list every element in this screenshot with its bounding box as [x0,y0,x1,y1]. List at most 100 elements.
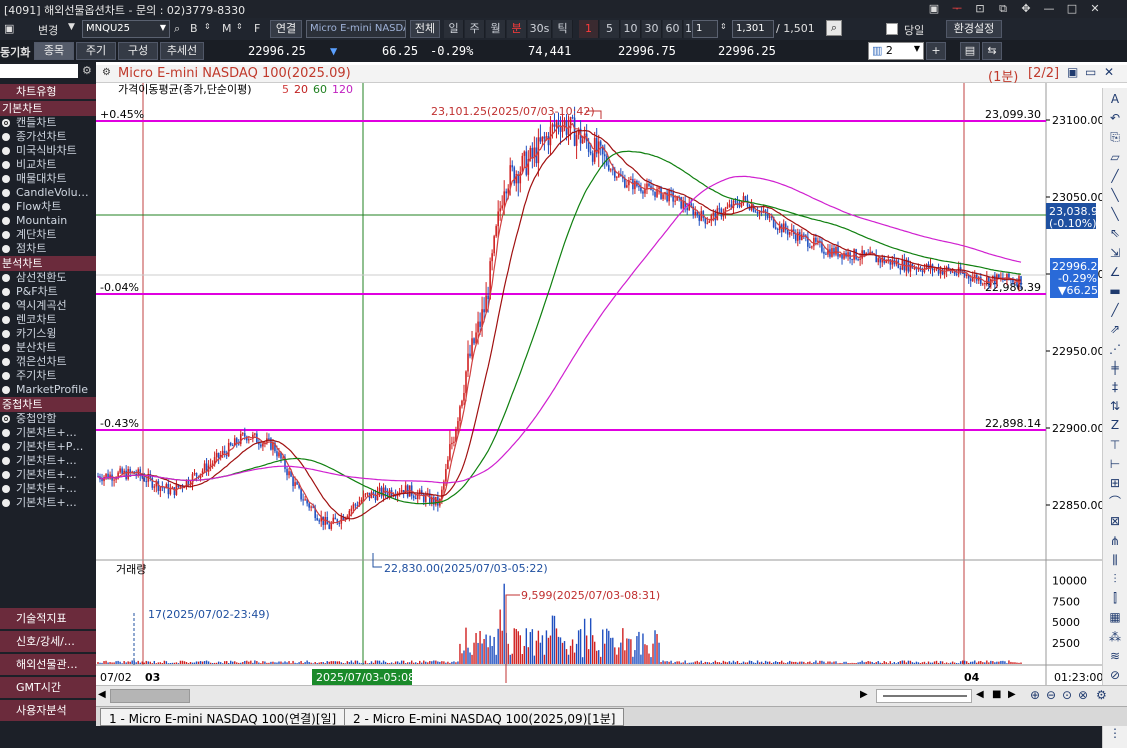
text-tool-icon[interactable]: A [1106,90,1124,108]
zoom-out-icon[interactable]: ⊖ [1046,688,1056,702]
fan-icon[interactable]: ⊠ [1106,512,1124,530]
delete-icon[interactable]: ⊘ [1106,666,1124,684]
search-icon[interactable]: ⌕ [174,22,180,36]
radio-icon[interactable] [2,231,10,239]
sidebar-item[interactable]: 카기스윙 [2,327,96,341]
sidebar-item[interactable]: 기본차트+… [2,454,96,468]
extend-icon[interactable]: ⇲ [1106,244,1124,262]
sidebar-item[interactable]: 점차트 [2,242,96,256]
sidebar-item[interactable]: 기본차트+… [2,468,96,482]
sidebar-item[interactable]: 삼선전환도 [2,271,96,285]
vertical-icon[interactable]: ⇅ [1106,397,1124,415]
channel-icon[interactable]: ⋰ [1106,340,1124,358]
sidebar-item[interactable]: 캔들차트 [2,116,96,130]
period-button[interactable]: 60 [663,20,683,38]
add-icon[interactable]: + [926,42,946,60]
sidebar-footer-item[interactable]: 신호/강세/… [0,630,96,652]
scroll-left-icon[interactable]: ◀ [98,689,108,703]
radio-icon[interactable] [2,499,10,507]
tab-chart-1[interactable]: 1 - Micro E-mini NASDAQ 100(연결)[일] [100,708,346,726]
sidebar-item[interactable]: 종가선차트 [2,130,96,144]
ray-icon[interactable]: ╲ [1106,205,1124,223]
cycle-icon[interactable]: ⫶ [1106,570,1124,588]
tab-chart-2[interactable]: 2 - Micro E-mini NASDAQ 100(2025,09)[1분] [344,708,625,726]
sidebar-item[interactable]: 기본차트+… [2,482,96,496]
new-window-icon[interactable]: ⧉ [994,1,1012,17]
pin-icon[interactable]: ▣ [925,1,943,17]
sidebar-footer-item[interactable]: GMT시간 [0,676,96,698]
search-icon[interactable]: ⌕ [826,20,842,36]
radio-icon[interactable] [2,443,10,451]
all-button[interactable]: 전체 [410,20,440,38]
radio-icon[interactable] [2,457,10,465]
spin-icon[interactable]: ⇕ [720,22,727,31]
radio-icon[interactable] [2,203,10,211]
fib-icon[interactable]: ⊤ [1106,436,1124,454]
period-button[interactable]: 월 [486,20,506,38]
sidebar-item[interactable]: 기본차트+P… [2,440,96,454]
radio-icon[interactable] [2,147,10,155]
change-button[interactable]: 변경 [38,22,58,38]
capture-icon[interactable]: ⊡ [971,1,989,17]
bar-icon[interactable]: ▬ [1106,282,1124,300]
radio-icon[interactable] [2,175,10,183]
box-icon[interactable]: ⊞ [1106,474,1124,492]
save-icon[interactable]: ▤ [960,42,980,60]
arc-icon[interactable]: ⌒ [1106,493,1124,511]
line-icon[interactable]: ╲ [1106,186,1124,204]
layout-select[interactable]: ▥ 2 ▼ [868,42,924,60]
radio-icon[interactable] [2,386,10,394]
abc-f-button[interactable]: F [254,22,260,35]
same-day-checkbox[interactable] [886,23,898,35]
sidebar-item[interactable]: 매물대차트 [2,172,96,186]
sidebar-item[interactable]: Flow차트 [2,200,96,214]
cross-icon[interactable]: ‡ [1106,378,1124,396]
sidebar-item[interactable]: 기본차트+… [2,426,96,440]
sidebar-footer-item[interactable]: 해외선물관… [0,653,96,675]
sidebar-section-header[interactable]: 기본차트 [0,101,96,116]
zigzag-icon[interactable]: Z [1106,416,1124,434]
close-icon[interactable]: ✕ [1104,65,1114,79]
scroll-right-icon[interactable]: ▶ [860,689,868,700]
link-button[interactable]: 연결 [270,20,302,38]
sidebar-item[interactable]: 기본차트+… [2,496,96,510]
sidebar-section-header[interactable]: 분석차트 [0,256,96,271]
tab-trendline[interactable]: 추세선 [160,42,204,60]
erase-icon[interactable]: ▱ [1106,148,1124,166]
sidebar-item[interactable]: 역시계곡선 [2,299,96,313]
copy-icon[interactable]: ⎘ [1106,128,1124,146]
sidebar-item[interactable]: MarketProfile [2,383,96,397]
speed-icon[interactable]: ⫿ [1106,589,1124,607]
count-input[interactable]: 1,301 [732,20,774,38]
period-button[interactable]: 5 [600,20,620,38]
grid-icon[interactable]: ▦ [1106,608,1124,626]
sidebar-item[interactable]: 분산차트 [2,341,96,355]
radio-icon[interactable] [2,344,10,352]
radio-icon[interactable] [2,302,10,310]
period-button[interactable]: 30s [528,20,552,38]
period-button[interactable]: 10 [621,20,641,38]
options-icon[interactable]: ⚙ [1096,688,1107,702]
sidebar-item[interactable]: 비교차트 [2,158,96,172]
minimize-icon[interactable]: — [1040,1,1058,17]
tab-period[interactable]: 주기 [76,42,116,60]
zoom-reset-icon[interactable]: ⊙ [1062,688,1072,702]
interval-input[interactable]: 1 [692,20,718,38]
scroll-last-icon[interactable]: ▶ [1008,689,1016,700]
trendline-icon[interactable]: ╱ [1106,301,1124,319]
period-button[interactable]: 주 [465,20,485,38]
move-icon[interactable]: ✥ [1017,1,1035,17]
maximize-icon[interactable]: ▣ [1067,65,1078,79]
undo-icon[interactable]: ↶ [1106,109,1124,127]
symbol-code-input[interactable]: MNQU25 ▼ [82,20,170,38]
period-button[interactable]: 일 [444,20,464,38]
settings-button[interactable]: 환경설정 [946,20,1002,38]
sidebar-item[interactable]: P&F차트 [2,285,96,299]
sidebar-section-header[interactable]: 중첩차트 [0,397,96,412]
zoom-slider[interactable] [876,689,972,703]
sidebar-item[interactable]: 렌코차트 [2,313,96,327]
pitchfork-icon[interactable]: ⋔ [1106,532,1124,550]
radio-icon[interactable] [2,471,10,479]
zoom-in-icon[interactable]: ⊕ [1030,688,1040,702]
sidebar-footer-item[interactable]: 기술적지표 [0,607,96,629]
